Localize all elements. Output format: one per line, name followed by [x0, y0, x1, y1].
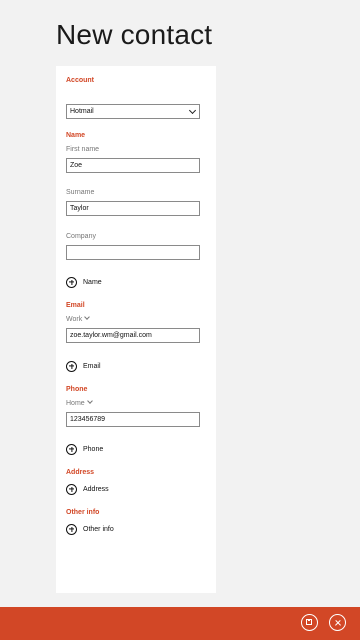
- add-address-label: Address: [83, 485, 109, 493]
- add-address-button[interactable]: Address: [66, 482, 109, 496]
- add-email-label: Email: [83, 362, 101, 370]
- add-circle-icon: [66, 360, 77, 372]
- save-icon: [306, 619, 312, 625]
- address-section-label: Address: [66, 469, 95, 476]
- add-other-info-button[interactable]: Other info: [66, 522, 114, 536]
- other-info-section-label: Other info: [66, 509, 100, 516]
- add-name-label: Name: [83, 278, 102, 286]
- close-icon: [330, 615, 345, 630]
- add-circle-icon: [66, 276, 77, 288]
- account-select[interactable]: Hotmail: [66, 104, 200, 119]
- add-phone-button[interactable]: Phone: [66, 442, 103, 456]
- phone-section-label: Phone: [66, 386, 88, 393]
- email-section-label: Email: [66, 302, 85, 309]
- cancel-button[interactable]: [329, 614, 346, 631]
- surname-field[interactable]: Taylor: [66, 201, 200, 216]
- first-name-field[interactable]: Zoe: [66, 158, 200, 173]
- add-circle-icon: [66, 523, 77, 535]
- add-phone-label: Phone: [83, 445, 104, 453]
- add-other-info-label: Other info: [83, 525, 114, 533]
- company-label: Company: [66, 233, 96, 240]
- phone-type-dropdown[interactable]: Home: [66, 400, 92, 407]
- add-circle-icon: [66, 443, 77, 455]
- add-name-button[interactable]: Name: [66, 275, 102, 289]
- account-section-label: Account: [66, 77, 94, 84]
- contact-form-panel: Account Hotmail Name First name Zoe Surn…: [56, 66, 216, 593]
- email-type-dropdown[interactable]: Work: [66, 316, 89, 323]
- chevron-down-icon: [188, 106, 197, 115]
- add-email-button[interactable]: Email: [66, 359, 101, 373]
- app-bar: [0, 607, 360, 640]
- first-name-label: First name: [66, 146, 100, 153]
- page-title: New contact: [56, 19, 213, 50]
- account-select-value: Hotmail: [70, 108, 94, 115]
- surname-label: Surname: [66, 189, 95, 196]
- email-field[interactable]: zoe.taylor.wm@gmail.com: [66, 328, 200, 343]
- save-button[interactable]: [301, 614, 318, 631]
- company-field[interactable]: [66, 245, 200, 260]
- name-section-label: Name: [66, 132, 86, 139]
- add-circle-icon: [66, 483, 77, 495]
- phone-field[interactable]: 123456789: [66, 412, 200, 427]
